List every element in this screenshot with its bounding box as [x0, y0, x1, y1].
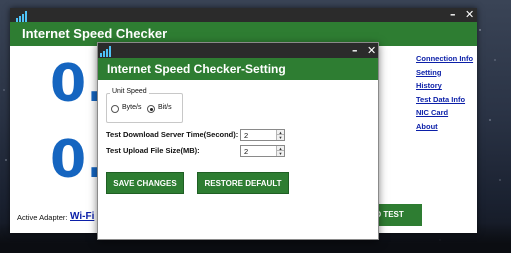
triangle-down-icon[interactable]: ▼	[277, 135, 284, 140]
settings-dialog: – ✕ Internet Speed Checker-Setting Unit …	[97, 42, 379, 240]
link-nic-card[interactable]: NIC Card	[416, 106, 476, 120]
restore-default-button[interactable]: RESTORE DEFAULT	[197, 172, 289, 194]
radio-bit-per-sec[interactable]	[147, 105, 155, 113]
link-connection-info[interactable]: Connection Info	[416, 52, 476, 66]
radio-bit-label[interactable]: Bit/s	[158, 104, 172, 111]
download-time-value[interactable]: 2	[244, 131, 248, 141]
link-test-data-info[interactable]: Test Data Info	[416, 93, 476, 107]
download-time-label: Test Download Server Time(Second):	[106, 130, 239, 139]
unit-speed-group: Unit Speed Byte/s Bit/s	[106, 88, 183, 123]
minimize-icon[interactable]: –	[450, 8, 456, 22]
side-nav: Connection Info Setting History Test Dat…	[416, 52, 476, 134]
radio-byte-per-sec[interactable]	[111, 105, 119, 113]
dialog-titlebar[interactable]: – ✕	[98, 43, 378, 58]
dialog-title: Internet Speed Checker-Setting	[98, 58, 378, 80]
signal-bars-icon	[100, 44, 113, 62]
upload-size-value[interactable]: 2	[244, 147, 248, 157]
save-changes-button[interactable]: SAVE CHANGES	[106, 172, 184, 194]
main-titlebar[interactable]: – ✕	[10, 8, 477, 22]
unit-speed-legend: Unit Speed	[110, 88, 149, 95]
upload-size-spin-buttons: ▲ ▼	[276, 146, 284, 156]
download-time-stepper[interactable]: 2 ▲ ▼	[240, 129, 285, 141]
close-icon[interactable]: ✕	[465, 8, 474, 22]
signal-bars-icon	[16, 9, 29, 27]
dialog-minimize-icon[interactable]: –	[352, 43, 358, 58]
upload-size-label: Test Upload File Size(MB):	[106, 146, 200, 155]
download-time-spin-buttons: ▲ ▼	[276, 130, 284, 140]
active-adapter-label: Active Adapter:	[17, 213, 68, 222]
link-setting[interactable]: Setting	[416, 66, 476, 80]
link-about[interactable]: About	[416, 120, 476, 134]
upload-size-stepper[interactable]: 2 ▲ ▼	[240, 145, 285, 157]
adapter-link[interactable]: Wi-Fi	[70, 211, 94, 222]
dialog-close-icon[interactable]: ✕	[367, 43, 376, 58]
radio-byte-label[interactable]: Byte/s	[122, 104, 141, 111]
triangle-down-icon[interactable]: ▼	[277, 151, 284, 156]
link-history[interactable]: History	[416, 79, 476, 93]
